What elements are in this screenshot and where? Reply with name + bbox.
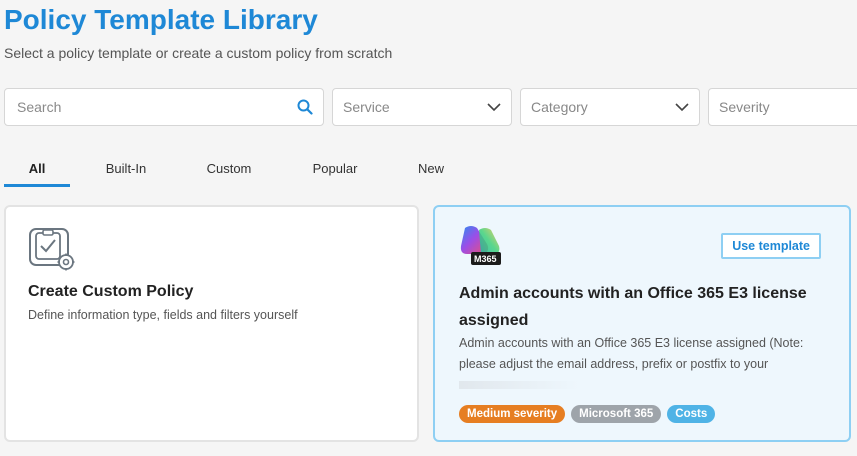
severity-select-label: Severity bbox=[719, 99, 770, 115]
chevron-down-icon bbox=[487, 102, 501, 112]
search-field[interactable] bbox=[4, 88, 324, 126]
description-fade bbox=[459, 381, 579, 389]
tab-all[interactable]: All bbox=[4, 150, 70, 186]
policy-settings-icon bbox=[26, 225, 76, 276]
severity-select[interactable]: Severity bbox=[708, 88, 857, 126]
category-select[interactable]: Category bbox=[520, 88, 700, 126]
tab-new[interactable]: New bbox=[404, 150, 458, 186]
category-badge: Costs bbox=[667, 405, 716, 423]
service-select[interactable]: Service bbox=[332, 88, 512, 126]
tab-built-in[interactable]: Built-In bbox=[92, 150, 160, 186]
m365-icon: M365 bbox=[457, 224, 503, 273]
custom-policy-title: Create Custom Policy bbox=[28, 283, 194, 300]
active-tab-indicator bbox=[4, 184, 70, 187]
severity-badge: Medium severity bbox=[459, 405, 566, 423]
template-card[interactable]: M365 Use template Admin accounts with an… bbox=[433, 205, 851, 442]
service-select-label: Service bbox=[343, 99, 390, 115]
chevron-down-icon bbox=[675, 102, 689, 112]
page-title: Policy Template Library bbox=[4, 4, 318, 35]
use-template-button[interactable]: Use template bbox=[721, 233, 821, 259]
tab-popular[interactable]: Popular bbox=[302, 150, 368, 186]
create-custom-policy-card[interactable]: Create Custom Policy Define information … bbox=[4, 205, 419, 442]
page-subtitle: Select a policy template or create a cus… bbox=[4, 45, 393, 61]
m365-icon-label: M365 bbox=[474, 254, 497, 264]
category-select-label: Category bbox=[531, 99, 588, 115]
custom-policy-description: Define information type, fields and filt… bbox=[28, 308, 298, 322]
tab-custom[interactable]: Custom bbox=[196, 150, 262, 186]
template-description: Admin accounts with an Office 365 E3 lic… bbox=[459, 336, 804, 371]
template-title: Admin accounts with an Office 365 E3 lic… bbox=[459, 285, 807, 329]
search-input[interactable] bbox=[15, 98, 297, 116]
service-badge: Microsoft 365 bbox=[571, 405, 662, 423]
template-badges: Medium severity Microsoft 365 Costs bbox=[459, 405, 716, 423]
search-icon[interactable] bbox=[297, 99, 313, 115]
